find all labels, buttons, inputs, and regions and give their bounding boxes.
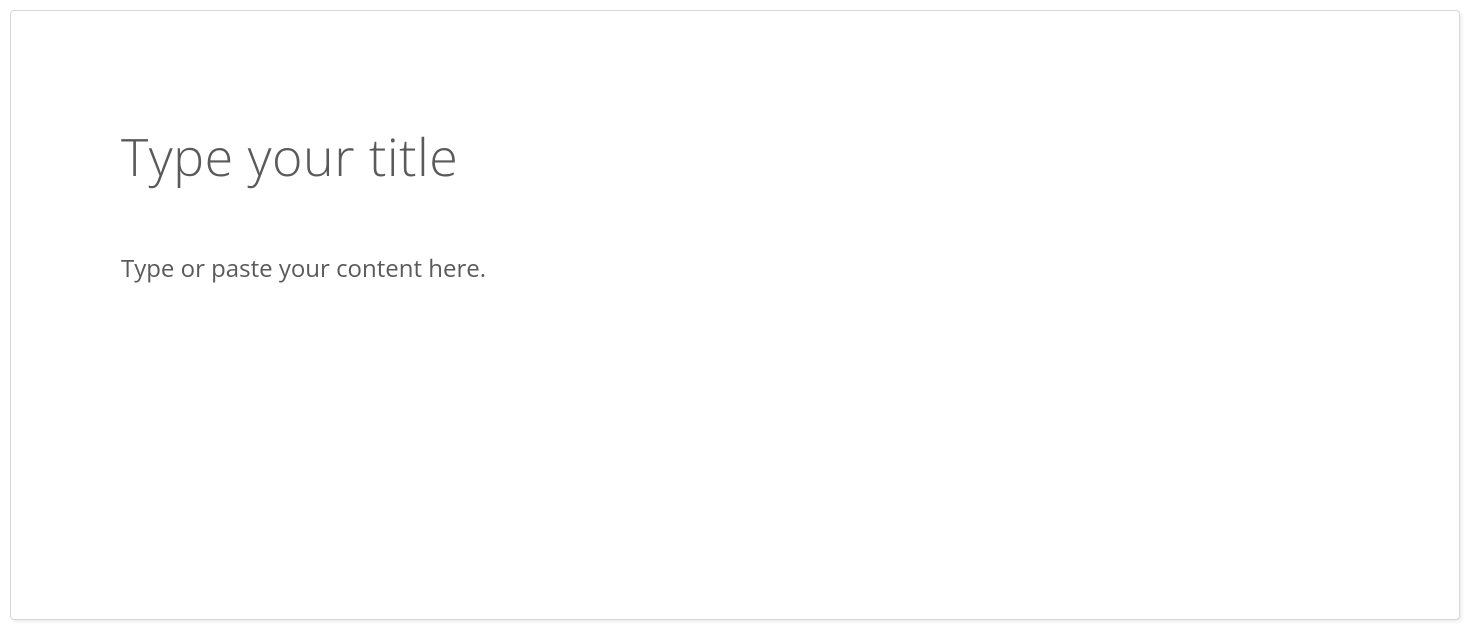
content-input[interactable] [121, 252, 1359, 552]
title-input[interactable] [121, 121, 1359, 192]
editor-card [10, 10, 1460, 620]
